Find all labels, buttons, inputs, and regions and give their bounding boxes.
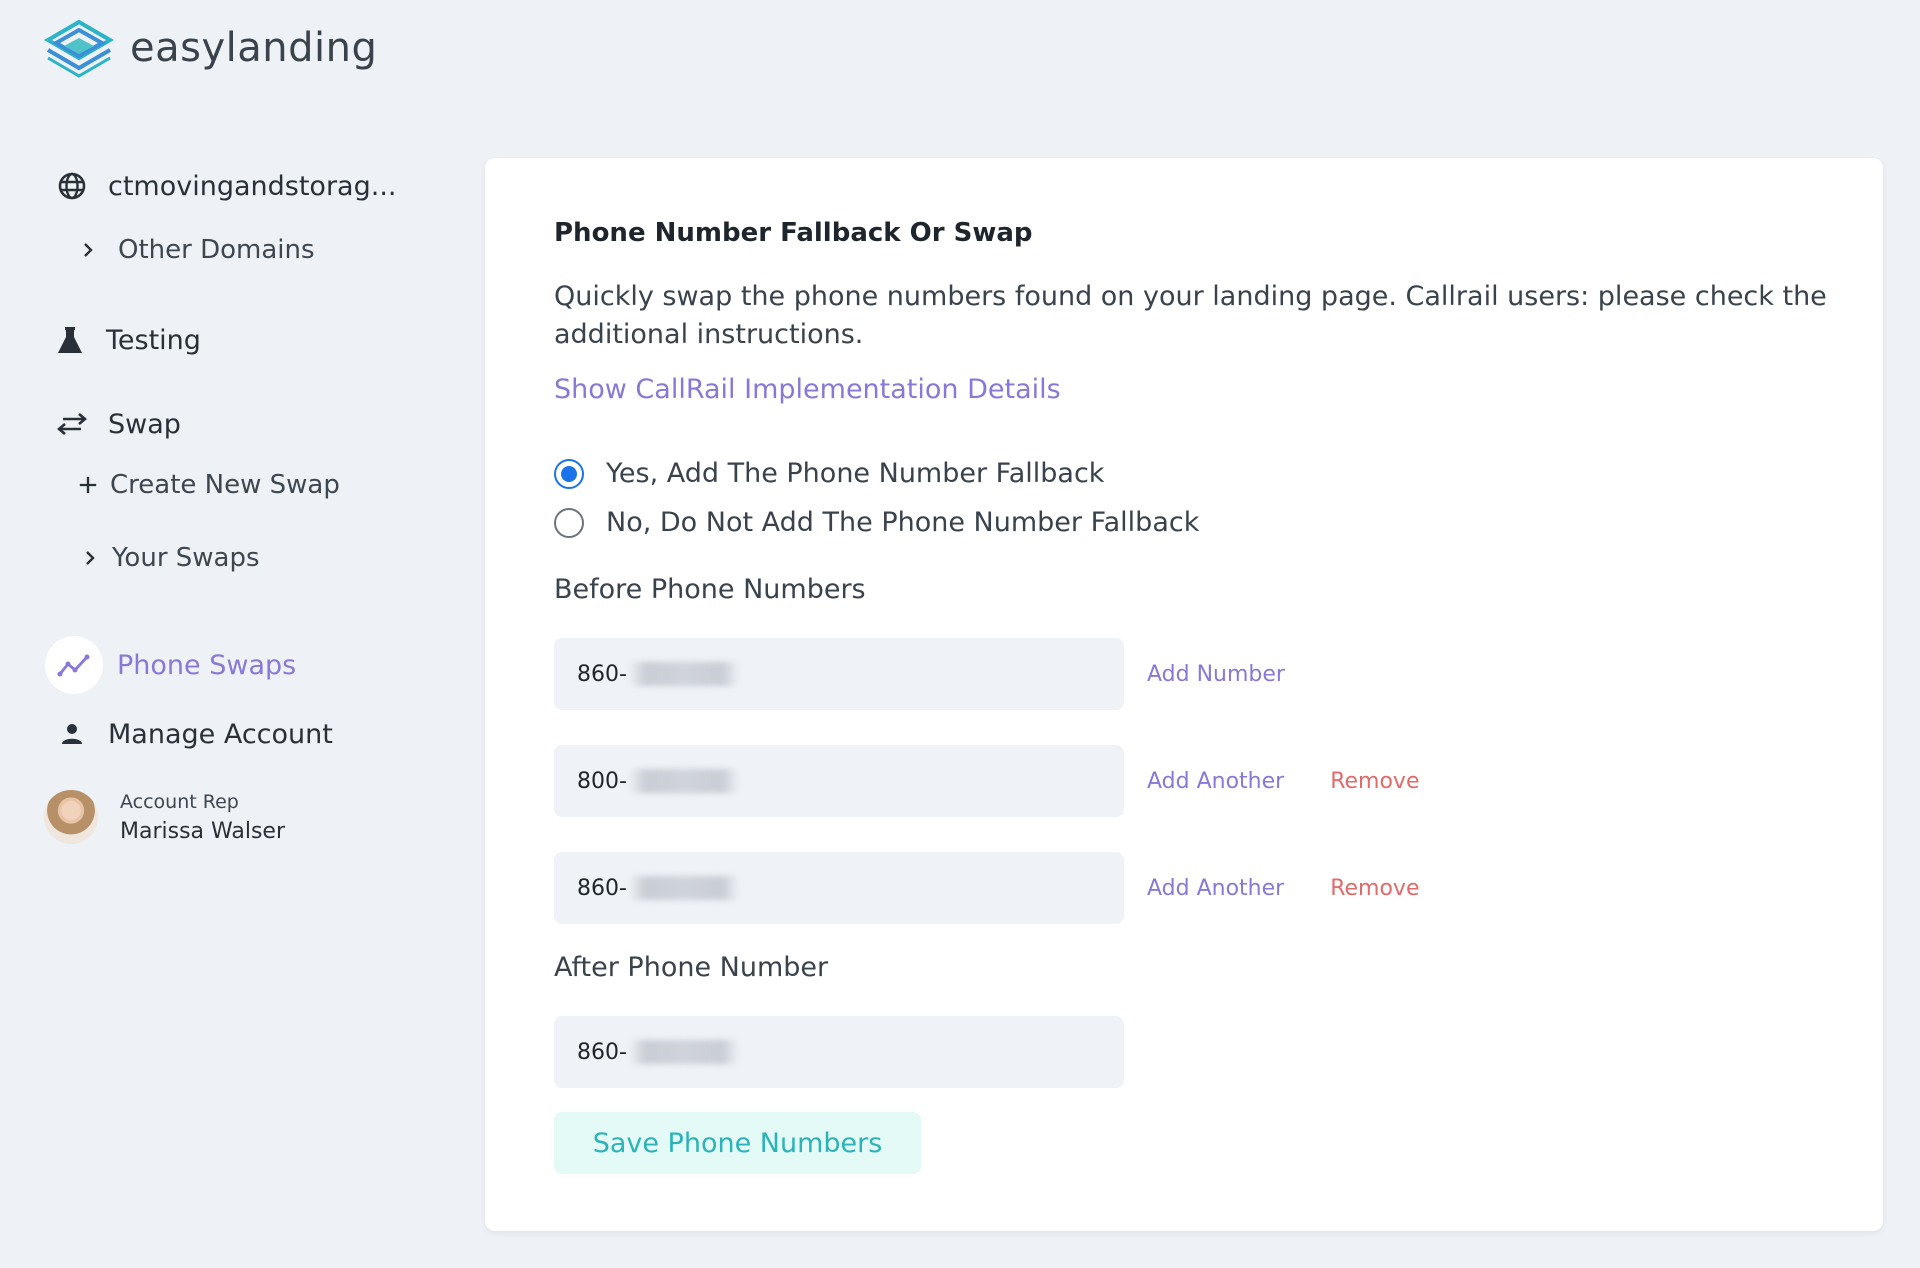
sidebar-item-create-new-swap[interactable]: Create New Swap: [78, 470, 340, 500]
save-phone-numbers-button[interactable]: Save Phone Numbers: [554, 1112, 921, 1174]
globe-icon: [56, 170, 88, 202]
sidebar-other-domains-label: Other Domains: [118, 235, 315, 265]
radio-button-checked[interactable]: [554, 458, 584, 489]
sidebar-phone-swaps-label: Phone Swaps: [117, 649, 297, 681]
before-phone-input-2[interactable]: 800-: [554, 745, 1124, 817]
add-another-button[interactable]: Add Another: [1147, 769, 1284, 794]
radio-yes-fallback[interactable]: Yes, Add The Phone Number Fallback: [554, 458, 1104, 489]
trend-chart-icon: [45, 636, 103, 694]
sidebar-item-domain[interactable]: ctmovingandstorag...: [56, 170, 396, 202]
flask-icon: [54, 324, 86, 356]
radio-button[interactable]: [554, 507, 584, 538]
account-rep: Account Rep Marissa Walser: [44, 790, 285, 844]
sidebar-create-new-swap-label: Create New Swap: [110, 470, 340, 500]
sidebar-item-other-domains[interactable]: Other Domains: [78, 235, 315, 265]
redacted-number: [628, 1040, 739, 1064]
phone-prefix: 800-: [577, 768, 627, 794]
after-phone-row: 860-: [554, 1016, 1124, 1088]
before-phone-row-1: 860- Add Number: [554, 638, 1285, 710]
before-phone-input-3[interactable]: 860-: [554, 852, 1124, 924]
page-title: Phone Number Fallback Or Swap: [554, 218, 1033, 248]
sidebar-domain-label: ctmovingandstorag...: [108, 170, 397, 202]
show-callrail-details-link[interactable]: Show CallRail Implementation Details: [554, 374, 1061, 405]
redacted-number: [628, 662, 739, 686]
sidebar-item-swap[interactable]: Swap: [56, 408, 181, 440]
chevron-right-icon: [80, 548, 100, 568]
remove-button[interactable]: Remove: [1330, 769, 1419, 794]
sidebar-item-manage-account[interactable]: Manage Account: [56, 718, 333, 750]
sidebar-manage-account-label: Manage Account: [108, 718, 333, 750]
before-phone-numbers-label: Before Phone Numbers: [554, 574, 866, 605]
sidebar-your-swaps-label: Your Swaps: [112, 543, 260, 573]
chevron-right-icon: [78, 240, 98, 260]
sidebar: ctmovingandstorag... Other Domains Testi…: [0, 0, 470, 1268]
before-phone-row-2: 800- Add Another Remove: [554, 745, 1419, 817]
plus-icon: [78, 474, 98, 496]
sidebar-item-phone-swaps[interactable]: Phone Swaps: [45, 636, 296, 694]
avatar: [44, 790, 98, 844]
after-phone-number-label: After Phone Number: [554, 952, 829, 983]
radio-no-fallback[interactable]: No, Do Not Add The Phone Number Fallback: [554, 507, 1199, 538]
phone-prefix: 860-: [577, 1039, 627, 1065]
add-number-button[interactable]: Add Number: [1147, 662, 1285, 687]
account-rep-role: Account Rep: [120, 790, 239, 813]
account-rep-name: Marissa Walser: [120, 818, 285, 844]
phone-prefix: 860-: [577, 661, 627, 687]
remove-button[interactable]: Remove: [1330, 876, 1419, 901]
radio-no-label: No, Do Not Add The Phone Number Fallback: [606, 507, 1200, 538]
swap-arrows-icon: [56, 408, 88, 440]
user-icon: [56, 718, 88, 750]
phone-prefix: 860-: [577, 875, 627, 901]
phone-swap-card: Phone Number Fallback Or Swap Quickly sw…: [485, 158, 1883, 1231]
after-phone-input[interactable]: 860-: [554, 1016, 1124, 1088]
sidebar-testing-label: Testing: [106, 324, 201, 356]
redacted-number: [628, 769, 739, 793]
add-another-button[interactable]: Add Another: [1147, 876, 1284, 901]
radio-yes-label: Yes, Add The Phone Number Fallback: [606, 458, 1105, 489]
sidebar-item-your-swaps[interactable]: Your Swaps: [80, 543, 260, 573]
before-phone-input-1[interactable]: 860-: [554, 638, 1124, 710]
redacted-number: [628, 876, 739, 900]
sidebar-item-testing[interactable]: Testing: [54, 324, 201, 356]
page-description: Quickly swap the phone numbers found on …: [554, 281, 1827, 350]
before-phone-row-3: 860- Add Another Remove: [554, 852, 1419, 924]
sidebar-swap-label: Swap: [108, 408, 181, 440]
